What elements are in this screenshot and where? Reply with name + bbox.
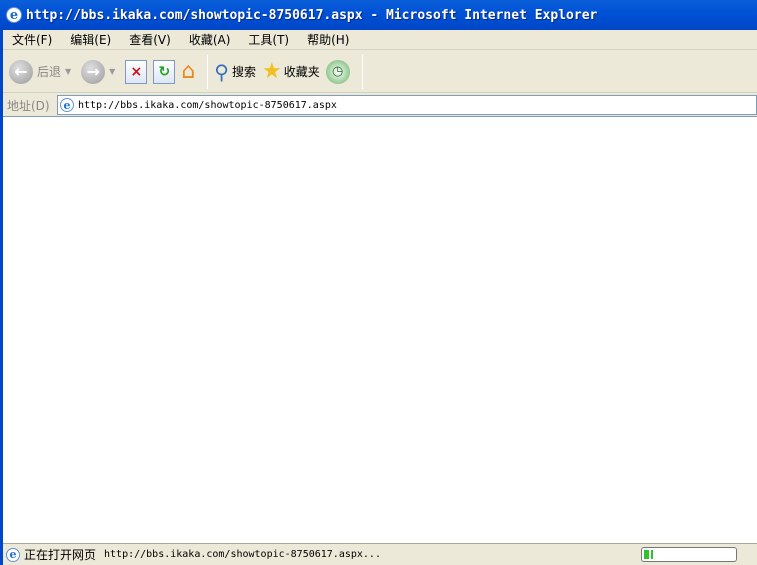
ie-icon: e: [6, 7, 22, 23]
stop-button[interactable]: ×: [125, 59, 148, 84]
menu-edit[interactable]: 编辑(E): [61, 31, 120, 48]
menu-file[interactable]: 文件(F): [3, 31, 61, 48]
search-icon: ⚲: [214, 59, 229, 84]
menu-tools[interactable]: 工具(T): [239, 31, 298, 48]
forward-button[interactable]: → ▼: [81, 59, 119, 84]
status-bar: e 正在打开网页 http://bbs.ikaka.com/showtopic-…: [3, 543, 757, 565]
refresh-button[interactable]: ↻: [153, 59, 176, 84]
window-title: http://bbs.ikaka.com/showtopic-8750617.a…: [26, 7, 598, 23]
progress-bar: [641, 547, 737, 562]
favorites-label: 收藏夹: [283, 65, 320, 79]
address-url[interactable]: http://bbs.ikaka.com/showtopic-8750617.a…: [78, 100, 337, 111]
home-button[interactable]: ⌂: [181, 59, 195, 84]
history-button[interactable]: ◷: [325, 59, 350, 84]
search-label: 搜索: [231, 65, 256, 79]
address-bar: 地址(D) e http://bbs.ikaka.com/showtopic-8…: [3, 94, 757, 116]
menu-view[interactable]: 查看(V): [120, 31, 180, 48]
address-label: 地址(D): [7, 98, 50, 113]
menu-bar: 文件(F) 编辑(E) 查看(V) 收藏(A) 工具(T) 帮助(H): [3, 30, 757, 50]
toolbar: ← 后退 ▼ → ▼ × ↻ ⌂ ⚲ 搜索 ★ 收藏夹 ◷: [3, 51, 757, 93]
menu-help[interactable]: 帮助(H): [298, 31, 358, 48]
search-button[interactable]: ⚲ 搜索: [214, 60, 256, 84]
chevron-down-icon[interactable]: ▼: [65, 67, 71, 76]
progress-fill: [644, 550, 653, 559]
title-bar: e http://bbs.ikaka.com/showtopic-8750617…: [0, 0, 757, 30]
back-arrow-icon: ←: [9, 59, 33, 84]
page-icon: e: [60, 98, 74, 112]
page-content[interactable]: [3, 116, 757, 543]
status-text: 正在打开网页: [24, 548, 97, 562]
history-icon: ◷: [325, 59, 350, 84]
favorites-button[interactable]: ★ 收藏夹: [262, 59, 320, 84]
separator: [207, 54, 209, 89]
home-icon: ⌂: [181, 59, 196, 84]
status-url: http://bbs.ikaka.com/showtopic-8750617.a…: [104, 549, 381, 560]
address-input[interactable]: e http://bbs.ikaka.com/showtopic-8750617…: [57, 95, 757, 115]
refresh-icon: ↻: [153, 59, 176, 84]
back-label: 后退: [37, 65, 62, 79]
stop-icon: ×: [125, 59, 148, 84]
loading-page-icon: e: [6, 547, 20, 562]
menu-favorites[interactable]: 收藏(A): [180, 31, 240, 48]
forward-arrow-icon: →: [81, 59, 106, 84]
separator: [361, 54, 363, 89]
back-button[interactable]: ← 后退 ▼: [9, 59, 75, 84]
chevron-down-icon[interactable]: ▼: [109, 67, 115, 76]
star-icon: ★: [261, 59, 282, 84]
